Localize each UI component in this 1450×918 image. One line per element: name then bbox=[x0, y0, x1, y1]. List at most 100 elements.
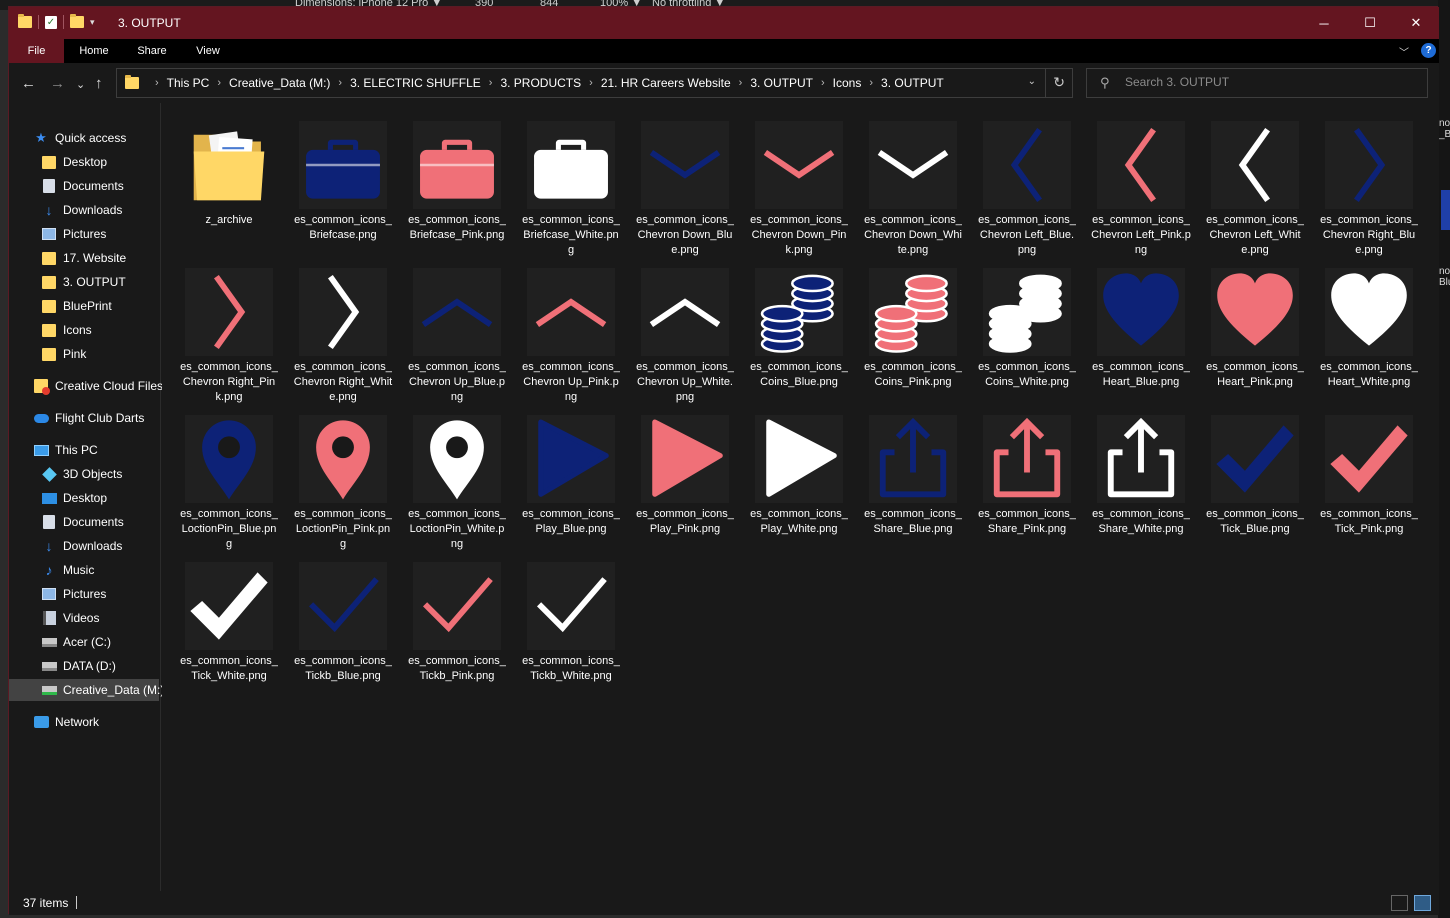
file-item[interactable]: es_common_icons_Chevron Left_Blue.png bbox=[975, 108, 1079, 256]
folder-item[interactable]: z_archive bbox=[177, 108, 281, 252]
file-item[interactable]: es_common_icons_Play_White.png bbox=[747, 402, 851, 546]
large-icons-view-icon[interactable] bbox=[1414, 895, 1431, 911]
sidebar-item-blueprint[interactable]: BluePrint bbox=[41, 295, 159, 317]
file-item[interactable]: es_common_icons_Tick_Pink.png bbox=[1317, 402, 1421, 546]
sidebar-item-data-d[interactable]: DATA (D:) bbox=[41, 655, 159, 677]
file-item[interactable]: es_common_icons_Share_Blue.png bbox=[861, 402, 965, 546]
file-item[interactable]: es_common_icons_Tickb_Pink.png bbox=[405, 549, 509, 693]
breadcrumb-item[interactable]: This PC bbox=[167, 76, 210, 90]
file-item[interactable]: es_common_icons_Chevron Down_Pink.png bbox=[747, 108, 851, 256]
sidebar-item-17-website[interactable]: 17. Website✦ bbox=[41, 247, 186, 269]
breadcrumb-item[interactable]: Creative_Data (M:) bbox=[229, 76, 330, 90]
breadcrumb-separator-icon[interactable]: › bbox=[217, 77, 221, 89]
tab-file[interactable]: File bbox=[9, 39, 64, 63]
file-item[interactable]: es_common_icons_LoctionPin_Pink.png bbox=[291, 402, 395, 550]
file-item[interactable]: es_common_icons_Chevron Right_Blue.png bbox=[1317, 108, 1421, 256]
file-item[interactable]: es_common_icons_Tick_Blue.png bbox=[1203, 402, 1307, 546]
sidebar-item-creative-data-m[interactable]: Creative_Data (M:) bbox=[9, 679, 164, 701]
file-item[interactable]: es_common_icons_Chevron Down_White.png bbox=[861, 108, 965, 256]
breadcrumb-separator-icon[interactable]: › bbox=[869, 77, 873, 89]
file-item[interactable]: es_common_icons_LoctionPin_Blue.png bbox=[177, 402, 281, 550]
sidebar-item-pink[interactable]: Pink bbox=[41, 343, 159, 365]
expand-ribbon-icon[interactable]: ﹀ bbox=[1399, 44, 1409, 59]
up-button[interactable]: ↑ bbox=[95, 75, 103, 92]
breadcrumb-separator-icon[interactable]: › bbox=[338, 77, 342, 89]
sidebar-item-videos[interactable]: Videos bbox=[41, 607, 159, 629]
file-item[interactable]: es_common_icons_Coins_Blue.png bbox=[747, 255, 851, 399]
file-item[interactable]: es_common_icons_Briefcase.png bbox=[291, 108, 395, 252]
sidebar-item-quick-access[interactable]: ★ Quick access bbox=[33, 127, 159, 149]
minimize-button[interactable]: ─ bbox=[1301, 7, 1347, 39]
sidebar-item-creative-cloud-files[interactable]: Creative Cloud Files bbox=[33, 375, 163, 397]
refresh-button[interactable]: ↻ bbox=[1053, 74, 1065, 91]
sidebar-item-pictures[interactable]: Pictures✦ bbox=[41, 223, 186, 245]
file-item[interactable]: es_common_icons_Chevron Up_White.png bbox=[633, 255, 737, 403]
file-item[interactable]: es_common_icons_Share_Pink.png bbox=[975, 402, 1079, 546]
back-button[interactable]: ← bbox=[21, 75, 36, 92]
file-item[interactable]: es_common_icons_Heart_White.png bbox=[1317, 255, 1421, 399]
sidebar-item-downloads[interactable]: ↓Downloads✦ bbox=[41, 199, 187, 221]
file-item[interactable]: es_common_icons_Briefcase_Pink.png bbox=[405, 108, 509, 252]
sidebar-item-this-pc[interactable]: This PC bbox=[33, 439, 159, 461]
help-icon[interactable]: ? bbox=[1421, 43, 1436, 58]
breadcrumb-item[interactable]: 3. ELECTRIC SHUFFLE bbox=[350, 76, 481, 90]
tab-share[interactable]: Share bbox=[127, 39, 177, 63]
tab-home[interactable]: Home bbox=[69, 39, 119, 63]
sidebar-item-music[interactable]: ♪ Music bbox=[41, 559, 159, 581]
file-item[interactable]: es_common_icons_Coins_Pink.png bbox=[861, 255, 965, 399]
file-item[interactable]: es_common_icons_Heart_Blue.png bbox=[1089, 255, 1193, 399]
file-item[interactable]: es_common_icons_Chevron Up_Pink.png bbox=[519, 255, 623, 403]
file-item[interactable]: es_common_icons_Chevron Left_White.png bbox=[1203, 108, 1307, 256]
close-button[interactable]: ✕ bbox=[1393, 7, 1439, 39]
address-bar[interactable]: › This PC › Creative_Data (M:) › 3. ELECTRIC … bbox=[116, 68, 1073, 98]
properties-check-icon[interactable]: ✓ bbox=[45, 15, 57, 29]
breadcrumb-item[interactable]: 21. HR Careers Website bbox=[601, 76, 731, 90]
sidebar-item-desktop[interactable]: Desktop bbox=[41, 487, 159, 509]
breadcrumb-separator-icon[interactable]: › bbox=[739, 77, 743, 89]
details-view-icon[interactable] bbox=[1391, 895, 1408, 911]
sidebar-item-icons[interactable]: Icons bbox=[41, 319, 159, 341]
file-item[interactable]: es_common_icons_LoctionPin_White.png bbox=[405, 402, 509, 550]
sidebar-item-documents[interactable]: Documents✦ bbox=[41, 175, 186, 197]
sidebar-item-pictures[interactable]: Pictures bbox=[41, 583, 159, 605]
sidebar-item-downloads[interactable]: ↓ Downloads bbox=[41, 535, 159, 557]
search-box[interactable]: ⚲ bbox=[1086, 68, 1428, 98]
file-item[interactable]: es_common_icons_Coins_White.png bbox=[975, 255, 1079, 399]
file-item[interactable]: es_common_icons_Briefcase_White.png bbox=[519, 108, 623, 256]
breadcrumb-separator-icon[interactable]: › bbox=[589, 77, 593, 89]
file-item[interactable]: es_common_icons_Chevron Right_Pink.png bbox=[177, 255, 281, 403]
sidebar-item-documents[interactable]: Documents bbox=[41, 511, 159, 533]
customize-toolbar-dropdown-icon[interactable]: ▾ bbox=[90, 17, 95, 28]
file-item[interactable]: es_common_icons_Play_Blue.png bbox=[519, 402, 623, 546]
breadcrumb-item[interactable]: 3. PRODUCTS bbox=[500, 76, 581, 90]
breadcrumb-separator-icon[interactable]: › bbox=[155, 77, 159, 89]
file-item[interactable]: es_common_icons_Share_White.png bbox=[1089, 402, 1193, 546]
forward-button[interactable]: → bbox=[50, 75, 65, 92]
breadcrumb-item[interactable]: 3. OUTPUT bbox=[750, 76, 813, 90]
file-item[interactable]: es_common_icons_Chevron Left_Pink.png bbox=[1089, 108, 1193, 256]
sidebar-item-acer-c[interactable]: Acer (C:) bbox=[41, 631, 159, 653]
breadcrumb-item[interactable]: 3. OUTPUT bbox=[881, 76, 944, 90]
file-item[interactable]: es_common_icons_Heart_Pink.png bbox=[1203, 255, 1307, 399]
sidebar-item-network[interactable]: Network bbox=[33, 711, 159, 733]
search-input[interactable] bbox=[1125, 75, 1415, 89]
sidebar-item-flight-club-darts[interactable]: Flight Club Darts bbox=[33, 407, 159, 429]
recent-locations-button[interactable]: ⌄ bbox=[76, 78, 85, 91]
new-folder-icon[interactable] bbox=[70, 14, 84, 28]
maximize-button[interactable]: ☐ bbox=[1347, 7, 1393, 39]
file-item[interactable]: es_common_icons_Tickb_White.png bbox=[519, 549, 623, 693]
sidebar-item-desktop[interactable]: Desktop✦ bbox=[41, 151, 186, 173]
tab-view[interactable]: View bbox=[184, 39, 232, 63]
file-item[interactable]: es_common_icons_Chevron Up_Blue.png bbox=[405, 255, 509, 403]
file-item[interactable]: es_common_icons_Chevron Right_White.png bbox=[291, 255, 395, 403]
breadcrumb-separator-icon[interactable]: › bbox=[489, 77, 493, 89]
file-item[interactable]: es_common_icons_Chevron Down_Blue.png bbox=[633, 108, 737, 256]
file-item[interactable]: es_common_icons_Play_Pink.png bbox=[633, 402, 737, 546]
file-item[interactable]: es_common_icons_Tick_White.png bbox=[177, 549, 281, 693]
file-item[interactable]: es_common_icons_Tickb_Blue.png bbox=[291, 549, 395, 693]
sidebar-item-3d-objects[interactable]: 3D Objects bbox=[41, 463, 159, 485]
sidebar-item-3-output[interactable]: 3. OUTPUT bbox=[41, 271, 159, 293]
breadcrumb-item[interactable]: Icons bbox=[833, 76, 862, 90]
breadcrumb-separator-icon[interactable]: › bbox=[821, 77, 825, 89]
address-dropdown-button[interactable]: ⌄ bbox=[1028, 76, 1036, 87]
